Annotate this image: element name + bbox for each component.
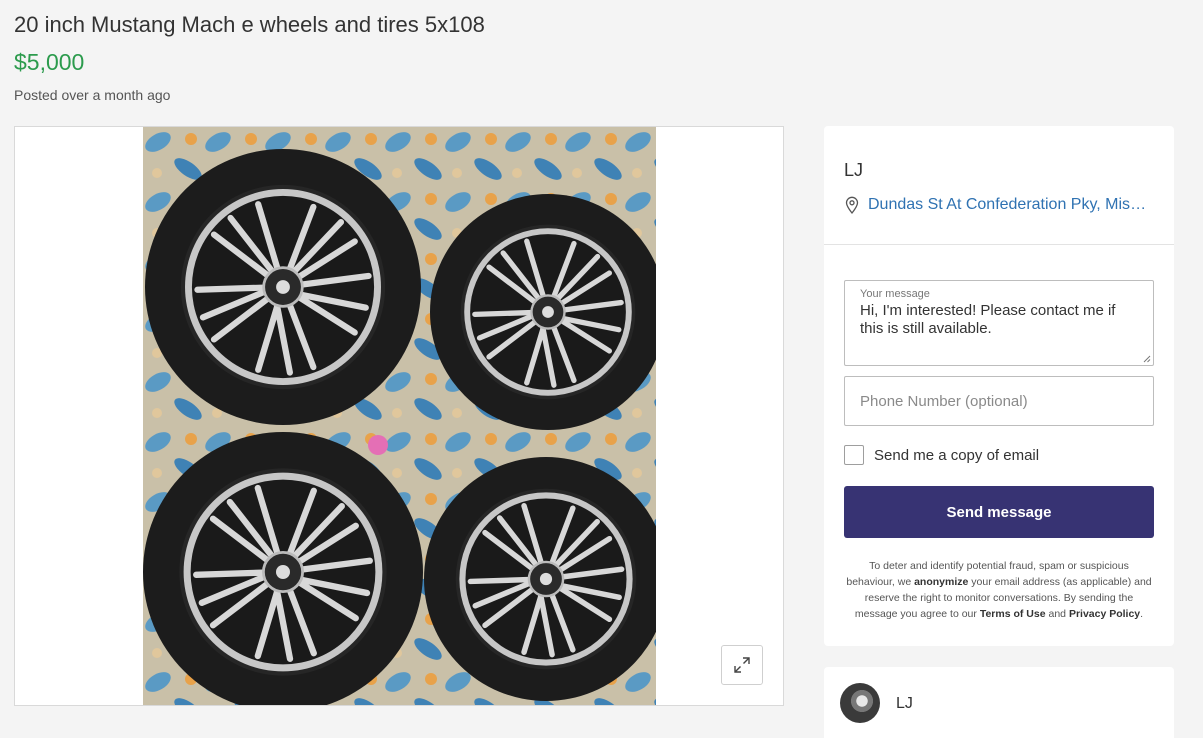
disclaimer-text: and (1045, 608, 1069, 620)
map-pin-icon (845, 196, 859, 214)
disclaimer-text: . (1140, 608, 1144, 620)
copy-email-label[interactable]: Send me a copy of email (874, 447, 1039, 464)
copy-email-checkbox[interactable] (844, 445, 864, 465)
posted-date: Posted over a month ago (14, 87, 171, 103)
image-gallery (14, 126, 784, 706)
copy-email-option[interactable]: Send me a copy of email (844, 445, 1039, 465)
seller-location: Dundas St At Confederation Pky, Missi... (844, 196, 1154, 214)
listing-price: $5,000 (14, 49, 85, 75)
message-input[interactable]: Hi, I'm interested! Please contact me if… (860, 302, 1140, 354)
profile-name[interactable]: LJ (896, 695, 913, 713)
location-link[interactable]: Dundas St At Confederation Pky, Missi... (868, 196, 1152, 214)
listing-title: 20 inch Mustang Mach e wheels and tires … (14, 12, 485, 37)
seller-contact-card: LJ Dundas St At Confederation Pky, Missi… (824, 126, 1174, 646)
divider (824, 244, 1174, 245)
seller-profile-card[interactable]: LJ (824, 667, 1174, 738)
terms-of-use-link[interactable]: Terms of Use (980, 608, 1046, 620)
send-message-button[interactable]: Send message (844, 486, 1154, 538)
phone-input[interactable] (844, 376, 1154, 426)
avatar[interactable] (840, 683, 880, 723)
anonymize-text: anonymize (914, 576, 969, 588)
message-label: Your message (860, 288, 930, 300)
listing-photo[interactable] (143, 127, 656, 705)
expand-icon (734, 657, 750, 673)
message-field[interactable]: Your message Hi, I'm interested! Please … (844, 280, 1154, 366)
privacy-policy-link[interactable]: Privacy Policy (1069, 608, 1140, 620)
privacy-disclaimer: To deter and identify potential fraud, s… (844, 558, 1154, 622)
resize-handle-icon[interactable] (1143, 355, 1151, 363)
expand-image-button[interactable] (721, 645, 763, 685)
seller-name: LJ (844, 160, 864, 180)
